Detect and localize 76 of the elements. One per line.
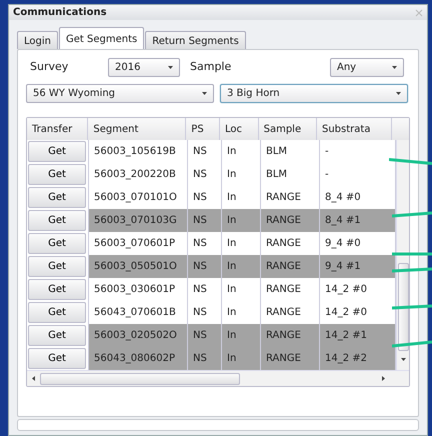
get-button[interactable]: Get <box>28 325 86 346</box>
pen-stroke <box>392 304 432 310</box>
table-cell: RANGE <box>261 324 320 347</box>
caret-icon <box>396 91 401 96</box>
table-cell: RANGE <box>261 209 320 232</box>
table-cell: NS <box>188 209 222 232</box>
table-cell: In <box>222 347 261 370</box>
table-cell: BLM <box>261 163 320 186</box>
get-button[interactable]: Get <box>28 279 86 300</box>
column-header: PS <box>186 118 220 140</box>
vertical-scrollbar[interactable] <box>396 140 409 370</box>
field-label: Survey <box>29 59 70 76</box>
table-cell: In <box>222 209 261 232</box>
state-dropdown[interactable]: 56 WY Wyoming <box>26 84 214 103</box>
table-cell: BLM <box>261 140 320 163</box>
window-title: Communications <box>13 6 107 20</box>
table-cell: NS <box>188 140 222 163</box>
tab[interactable]: Login <box>17 31 58 49</box>
pen-stroke <box>392 211 432 218</box>
table-cell: RANGE <box>261 255 320 278</box>
table-cell: 56043_080602P <box>89 347 188 370</box>
table-cell: NS <box>188 347 222 370</box>
table-cell: 56003_020502O <box>89 324 188 347</box>
tab[interactable]: Get Segments <box>58 27 144 49</box>
tab[interactable]: Return Segments <box>145 31 246 49</box>
table-cell: RANGE <box>261 347 320 370</box>
table-cell: 56003_105619B <box>89 140 188 163</box>
get-button[interactable]: Get <box>28 256 86 277</box>
table-cell: 9_4 #1 <box>320 255 396 278</box>
get-button[interactable]: Get <box>28 233 86 254</box>
table-cell: NS <box>188 324 222 347</box>
column-header: Segment <box>88 118 186 140</box>
table-cell: 14_2 #2 <box>320 347 396 370</box>
get-button[interactable]: Get <box>28 348 86 369</box>
table-cell: 56003_200220B <box>89 163 188 186</box>
caret-icon <box>202 91 207 96</box>
horizontal-scrollbar[interactable] <box>27 370 409 386</box>
column-header: Transfer <box>27 118 88 140</box>
column-header: Substrata <box>317 118 392 140</box>
table-cell: NS <box>188 255 222 278</box>
column-header: Sample <box>258 118 317 140</box>
get-button[interactable]: Get <box>28 187 86 208</box>
scrollbar-thumb[interactable] <box>398 263 408 351</box>
table-cell: RANGE <box>261 278 320 301</box>
scroll-down-icon[interactable] <box>400 357 406 362</box>
sample-dropdown[interactable]: Any <box>330 58 404 77</box>
table-cell: 14_2 #1 <box>320 324 396 347</box>
pen-stroke <box>392 267 432 273</box>
table-cell: NS <box>188 163 222 186</box>
table-cell: In <box>222 255 261 278</box>
scrollbar-thumb[interactable] <box>40 372 240 384</box>
pen-stroke <box>392 252 432 256</box>
get-button[interactable]: Get <box>28 210 86 231</box>
pen-stroke <box>392 340 432 348</box>
pen-stroke <box>389 158 432 165</box>
county-dropdown[interactable]: 3 Big Horn <box>220 84 408 103</box>
get-button[interactable]: Get <box>28 141 86 162</box>
table-cell: 56003_070103G <box>89 209 188 232</box>
get-button[interactable]: Get <box>28 302 86 323</box>
table-cell: 56003_030601P <box>89 278 188 301</box>
caret-icon <box>392 65 397 70</box>
scroll-left-icon[interactable] <box>31 376 36 381</box>
table-cell: In <box>222 278 261 301</box>
field-label: Sample <box>189 59 232 76</box>
table-cell: In <box>222 140 261 163</box>
table-cell: 56003_050501O <box>89 255 188 278</box>
column-header: Loc <box>220 118 259 140</box>
close-icon[interactable] <box>415 8 423 16</box>
table-cell: In <box>222 324 261 347</box>
get-button[interactable]: Get <box>28 164 86 185</box>
table-cell: NS <box>188 278 222 301</box>
table-cell: In <box>222 163 261 186</box>
caret-icon <box>168 65 173 70</box>
survey-dropdown[interactable]: 2016 <box>108 58 180 77</box>
table-cell: 8_4 #1 <box>320 209 396 232</box>
scroll-right-icon[interactable] <box>381 376 386 381</box>
